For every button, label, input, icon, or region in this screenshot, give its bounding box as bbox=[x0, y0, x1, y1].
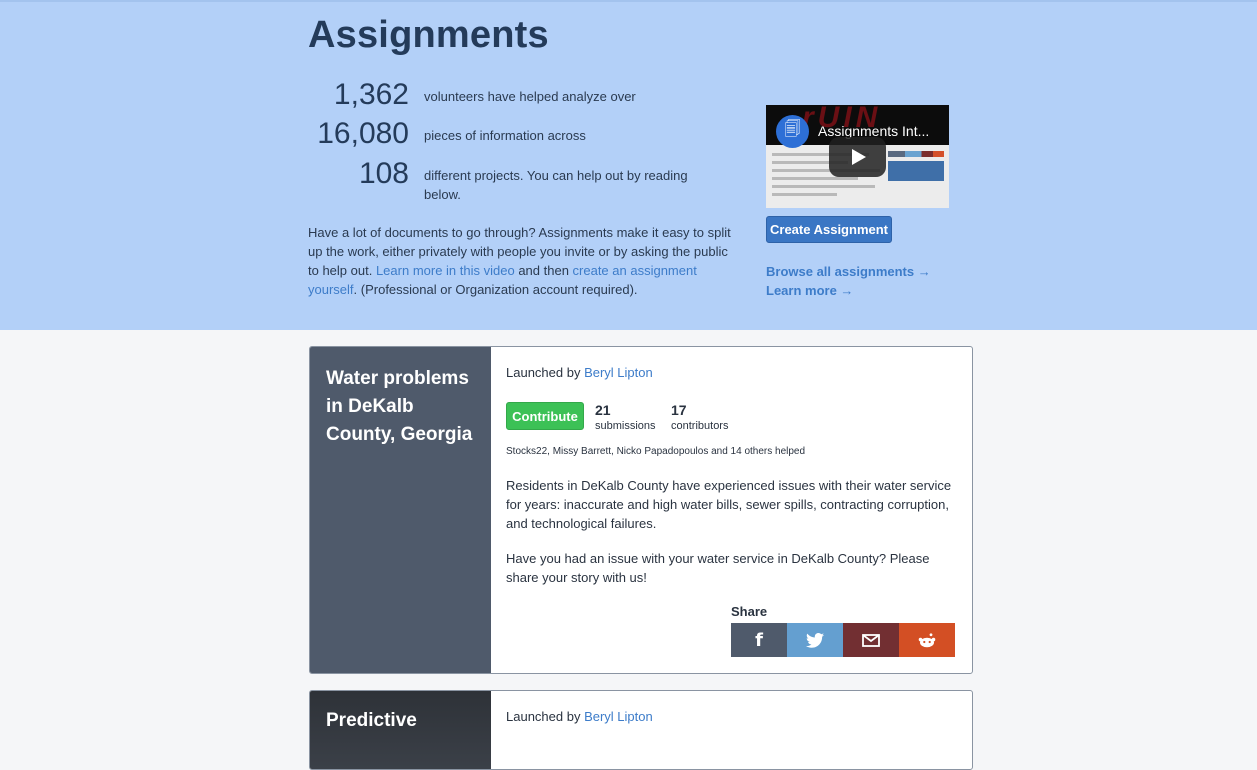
video-thumbnail-sidebar bbox=[888, 151, 944, 201]
assignment-title-panel[interactable]: Water problems in DeKalb County, Georgia bbox=[310, 347, 491, 673]
description-paragraph: Residents in DeKalb County have experien… bbox=[506, 478, 952, 531]
stat-text: volunteers have helped analyze over bbox=[424, 89, 636, 104]
assignment-card: Predictive Launched by Beryl Lipton bbox=[309, 690, 973, 770]
submissions-count: 21 submissions bbox=[595, 402, 656, 432]
create-assignment-button[interactable]: Create Assignment bbox=[766, 216, 892, 243]
reddit-icon bbox=[918, 632, 936, 647]
play-icon[interactable] bbox=[829, 137, 886, 177]
launched-by: Launched by Beryl Lipton bbox=[506, 365, 653, 380]
submissions-value: 21 bbox=[595, 402, 611, 418]
description-paragraph: Have you had an issue with your water se… bbox=[506, 551, 930, 585]
launched-by: Launched by Beryl Lipton bbox=[506, 709, 653, 724]
contributors-value: 17 bbox=[671, 402, 687, 418]
intro-paragraph: Have a lot of documents to go through? A… bbox=[308, 223, 738, 299]
learn-more-link[interactable]: Learn more → bbox=[766, 283, 853, 298]
contributors-label: contributors bbox=[671, 420, 729, 432]
intro-video[interactable]: rUIN 🗐 Assignments Int... bbox=[766, 105, 949, 208]
stat-value: 1,362 bbox=[333, 78, 409, 111]
intro-text: . (Professional or Organization account … bbox=[353, 282, 638, 297]
share-label: Share bbox=[731, 604, 768, 619]
share-twitter-button[interactable] bbox=[787, 623, 843, 657]
stat-projects: 108 different projects. You can help out… bbox=[300, 157, 720, 204]
browse-all-assignments-link[interactable]: Browse all assignments → bbox=[766, 264, 931, 279]
share-email-button[interactable] bbox=[843, 623, 899, 657]
helpers-list: Stocks22, Missy Barrett, Nicko Papadopou… bbox=[506, 446, 806, 457]
launched-by-label: Launched by bbox=[506, 709, 585, 724]
page-title: Assignments bbox=[308, 14, 549, 56]
stat-text: different projects. You can help out by … bbox=[424, 168, 688, 202]
learn-more-video-link[interactable]: Learn more in this video bbox=[376, 263, 515, 278]
facebook-icon: f bbox=[755, 629, 763, 651]
hero-section: Assignments 1,362 volunteers have helped… bbox=[0, 0, 1257, 330]
share-reddit-button[interactable] bbox=[899, 623, 955, 657]
email-icon bbox=[862, 633, 880, 647]
assignment-description: Residents in DeKalb County have experien… bbox=[506, 476, 958, 587]
contribute-button[interactable]: Contribute bbox=[506, 402, 584, 430]
stat-pieces: 16,080 pieces of information across bbox=[300, 117, 720, 151]
assignment-title[interactable]: Water problems in DeKalb County, Georgia bbox=[326, 365, 476, 449]
intro-text: and then bbox=[514, 263, 573, 278]
document-icon: 🗐 bbox=[776, 115, 809, 148]
share-facebook-button[interactable]: f bbox=[731, 623, 787, 657]
submissions-label: submissions bbox=[595, 420, 656, 432]
assignment-card: Water problems in DeKalb County, Georgia… bbox=[309, 346, 973, 674]
stat-value: 16,080 bbox=[317, 117, 409, 150]
launched-by-label: Launched by bbox=[506, 365, 585, 380]
author-link[interactable]: Beryl Lipton bbox=[584, 709, 653, 724]
stat-value: 108 bbox=[358, 157, 409, 190]
twitter-icon bbox=[806, 632, 824, 648]
author-link[interactable]: Beryl Lipton bbox=[584, 365, 653, 380]
share-buttons: f bbox=[731, 623, 955, 657]
assignment-title-panel[interactable]: Predictive bbox=[310, 691, 491, 769]
stat-text: pieces of information across bbox=[424, 128, 586, 143]
assignment-title[interactable]: Predictive bbox=[326, 707, 476, 735]
stat-volunteers: 1,362 volunteers have helped analyze ove… bbox=[300, 78, 720, 112]
contributors-count: 17 contributors bbox=[671, 402, 728, 432]
